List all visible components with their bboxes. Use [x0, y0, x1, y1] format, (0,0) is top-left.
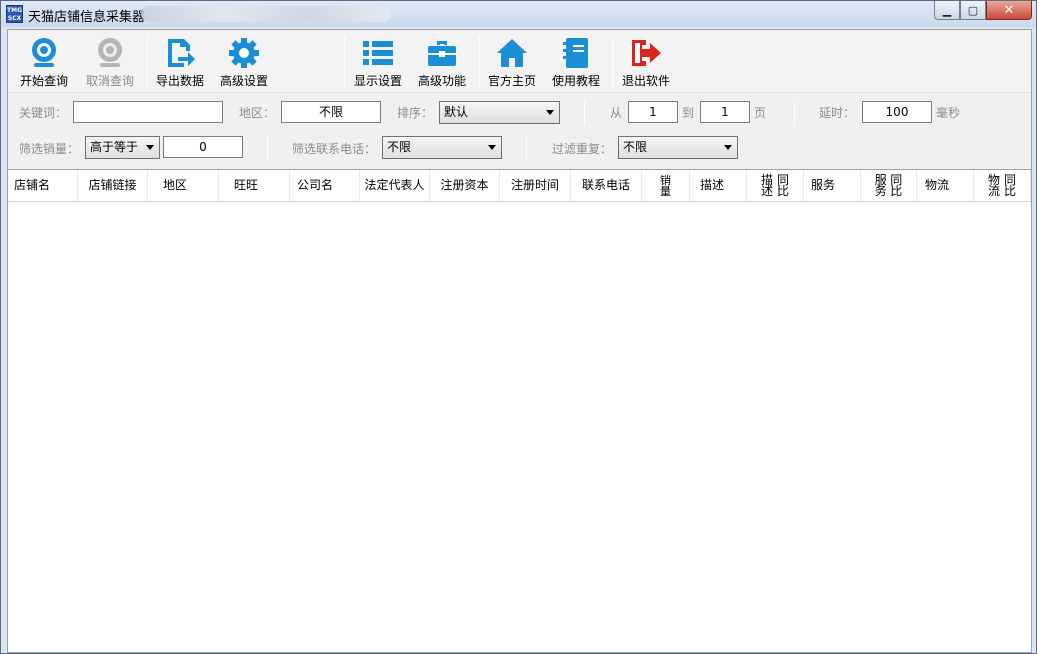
sales-operator-value: 高于等于 [90, 140, 139, 154]
home-icon [495, 36, 529, 70]
delay-unit-label: 毫秒 [936, 106, 961, 120]
display-settings-label: 显示设置 [354, 74, 403, 88]
chevron-down-icon [146, 145, 154, 150]
table-header: 店铺名 店铺 链接 地区 旺旺 公司名 法定代 表人 注册 资本 注册 时间 联系 电话 … [8, 170, 1031, 202]
toolbar-separator [479, 36, 480, 88]
window-title: 天猫店铺信息采集器 [28, 10, 146, 25]
webcam-disabled-icon [93, 36, 127, 70]
column-header[interactable]: 注册 时间 [500, 170, 571, 201]
page-from-label: 从 [610, 106, 623, 120]
phone-filter-dropdown[interactable]: 不限 [382, 136, 502, 159]
column-header[interactable]: 联系 电话 [571, 170, 642, 201]
chevron-down-icon [546, 110, 554, 115]
keyword-label: 关键词： [19, 106, 68, 120]
sort-value: 默认 [444, 105, 469, 119]
advanced-functions-button[interactable]: 高级功能 [418, 36, 466, 90]
start-query-button[interactable]: 开始查询 [20, 36, 68, 90]
phone-filter-value: 不限 [387, 140, 412, 154]
delay-label: 延时： [819, 106, 856, 120]
export-icon [163, 36, 197, 70]
column-header[interactable]: 店铺 链接 [78, 170, 148, 201]
maximize-button[interactable]: ▢ [960, 1, 986, 20]
start-query-label: 开始查询 [20, 74, 69, 88]
briefcase-icon [425, 36, 459, 70]
filter-separator [267, 136, 268, 160]
column-header[interactable]: 描述 [690, 170, 747, 201]
filter-separator [794, 101, 795, 125]
dedupe-filter-label: 过滤重复： [552, 142, 613, 156]
webcam-icon [27, 36, 61, 70]
display-settings-button[interactable]: 显示设置 [354, 36, 402, 90]
advanced-settings-button[interactable]: 高级设置 [220, 36, 268, 90]
keyword-input[interactable] [73, 101, 223, 123]
export-data-label: 导出数据 [156, 74, 205, 88]
column-header[interactable]: 法定代 表人 [360, 170, 430, 201]
page-from-input[interactable]: 1 [628, 101, 678, 123]
exit-label: 退出软件 [622, 74, 671, 88]
column-header[interactable]: 服务 同比 [861, 170, 917, 201]
region-label: 地区： [239, 106, 276, 120]
column-header[interactable]: 旺旺 [219, 170, 290, 201]
sort-label: 排序： [397, 106, 434, 120]
maximize-icon: ▢ [967, 3, 979, 17]
list-icon [361, 36, 395, 70]
sales-filter-label: 筛选销量： [19, 142, 80, 156]
toolbar-separator [613, 36, 614, 88]
sales-value-input[interactable]: 0 [163, 136, 243, 158]
column-header[interactable]: 店铺名 [8, 170, 78, 201]
app-icon: TMG SCX [6, 5, 23, 23]
toolbar-separator [147, 36, 148, 88]
toolbar-separator [344, 36, 345, 88]
app-window: TMG SCX 天猫店铺信息采集器 ▁ ▢ ✕ 开始查询 取消查询 导出数据 高… [0, 0, 1037, 654]
client-area: 开始查询 取消查询 导出数据 高级设置 显示设置 高级功能 官方主页 使用教程 … [7, 29, 1032, 653]
column-header[interactable]: 注册 资本 [430, 170, 500, 201]
page-to-label: 到 [682, 106, 695, 120]
close-icon: ✕ [1003, 2, 1015, 18]
region-input[interactable]: 不限 [281, 101, 381, 123]
results-table[interactable]: 店铺名 店铺 链接 地区 旺旺 公司名 法定代 表人 注册 资本 注册 时间 联系 电话 … [8, 169, 1031, 652]
title-bar[interactable]: TMG SCX 天猫店铺信息采集器 ▁ ▢ ✕ [1, 1, 1036, 27]
filter-row-2: 筛选销量： 高于等于 0 筛选联系电话： 不限 过滤重复： 不限 [8, 131, 1031, 165]
toolbar: 开始查询 取消查询 导出数据 高级设置 显示设置 高级功能 官方主页 使用教程 … [8, 30, 1031, 93]
official-home-button[interactable]: 官方主页 [488, 36, 536, 90]
cancel-query-button[interactable]: 取消查询 [86, 36, 134, 90]
column-header[interactable]: 描述 同比 [747, 170, 804, 201]
book-icon [559, 36, 593, 70]
close-button[interactable]: ✕ [986, 1, 1032, 20]
gear-icon [227, 36, 261, 70]
advanced-functions-label: 高级功能 [418, 74, 467, 88]
sort-dropdown[interactable]: 默认 [439, 101, 560, 124]
exit-icon [629, 36, 663, 70]
minimize-button[interactable]: ▁ [934, 1, 960, 20]
filter-row-1: 关键词： 地区： 不限 排序： 默认 从 1 到 1 页 延时： 100 毫秒 [8, 96, 1031, 130]
phone-filter-label: 筛选联系电话： [292, 142, 377, 156]
page-unit-label: 页 [754, 106, 767, 120]
dedupe-filter-value: 不限 [623, 140, 648, 154]
column-header[interactable]: 服务 [804, 170, 861, 201]
advanced-settings-label: 高级设置 [220, 74, 269, 88]
column-header[interactable]: 公司名 [290, 170, 360, 201]
minimize-icon: ▁ [942, 3, 952, 17]
page-to-input[interactable]: 1 [700, 101, 750, 123]
official-home-label: 官方主页 [488, 74, 537, 88]
chevron-down-icon [724, 145, 732, 150]
sales-operator-dropdown[interactable]: 高于等于 [85, 136, 160, 159]
tutorial-button[interactable]: 使用教程 [552, 36, 600, 90]
cancel-query-label: 取消查询 [86, 74, 135, 88]
dedupe-filter-dropdown[interactable]: 不限 [618, 136, 738, 159]
filter-separator [526, 136, 527, 160]
column-header[interactable]: 销量 [642, 170, 690, 201]
filter-separator [584, 101, 585, 125]
chevron-down-icon [488, 145, 496, 150]
export-data-button[interactable]: 导出数据 [156, 36, 204, 90]
delay-input[interactable]: 100 [862, 101, 932, 123]
tutorial-label: 使用教程 [552, 74, 601, 88]
column-header[interactable]: 地区 [148, 170, 219, 201]
title-blurred-region [141, 6, 391, 22]
column-header[interactable]: 物流 [917, 170, 974, 201]
exit-button[interactable]: 退出软件 [622, 36, 670, 90]
column-header[interactable]: 物流 同比 [974, 170, 1031, 201]
